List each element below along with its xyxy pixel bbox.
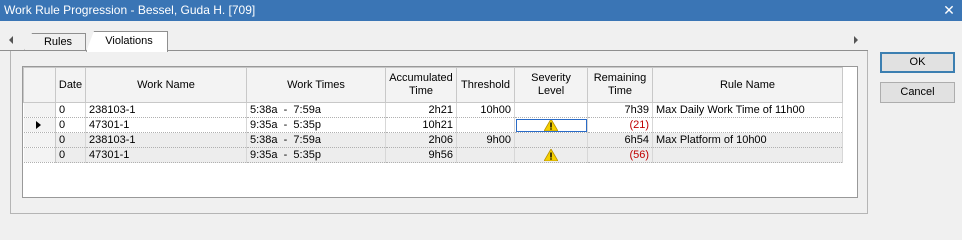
cell-remaining-time: (56) <box>587 147 653 163</box>
column-header-severity-level[interactable]: Severity Level <box>514 67 588 103</box>
column-header-threshold[interactable]: Threshold <box>456 67 515 103</box>
cell-date: 0 <box>55 147 86 163</box>
tab-violations[interactable]: Violations <box>86 31 168 52</box>
cell-severity-level <box>514 147 588 163</box>
cell-date: 0 <box>55 132 86 148</box>
cell-work-name: 238103-1 <box>85 102 247 118</box>
cell-remaining-time: (21) <box>587 117 653 133</box>
table-row[interactable]: 0 238103-1 5:38a - 7:59a 2h21 10h00 7h39… <box>23 102 843 118</box>
cell-rule-name: Max Platform of 10h00 <box>652 132 843 148</box>
ok-button[interactable]: OK <box>880 52 955 73</box>
row-selector[interactable] <box>23 132 56 148</box>
column-header-accumulated-time[interactable]: Accumulated Time <box>385 67 457 103</box>
cell-threshold: 9h00 <box>456 132 515 148</box>
cell-severity-level <box>514 102 588 118</box>
row-selector-header <box>23 67 56 103</box>
row-selector[interactable] <box>23 102 56 118</box>
scroll-right-icon[interactable] <box>854 36 858 44</box>
cell-work-times: 5:38a - 7:59a <box>246 102 386 118</box>
cell-work-times: 5:38a - 7:59a <box>246 132 386 148</box>
warning-icon <box>518 149 584 161</box>
column-header-rule-name[interactable]: Rule Name <box>652 67 843 103</box>
violations-grid: Date Work Name Work Times Accumulated Ti… <box>22 66 858 198</box>
cell-rule-name: Max Daily Work Time of 11h00 <box>652 102 843 118</box>
column-header-date[interactable]: Date <box>55 67 86 103</box>
row-selector[interactable] <box>23 147 56 163</box>
header-row: Date Work Name Work Times Accumulated Ti… <box>23 67 843 103</box>
cell-rule-name <box>652 147 843 163</box>
tab-strip: Rules Violations <box>0 31 870 52</box>
window-title: Work Rule Progression - Bessel, Guda H. … <box>4 3 256 17</box>
cell-work-name: 238103-1 <box>85 132 247 148</box>
column-header-work-name[interactable]: Work Name <box>85 67 247 103</box>
table-row[interactable]: 0 238103-1 5:38a - 7:59a 2h06 9h00 6h54 … <box>23 132 843 148</box>
cell-work-name: 47301-1 <box>85 147 247 163</box>
cell-work-times: 9:35a - 5:35p <box>246 117 386 133</box>
row-selector[interactable] <box>23 117 56 133</box>
close-icon[interactable]: ✕ <box>936 0 962 21</box>
cell-work-name: 47301-1 <box>85 117 247 133</box>
cell-accumulated-time: 2h21 <box>385 102 457 118</box>
cell-accumulated-time: 2h06 <box>385 132 457 148</box>
title-bar: Work Rule Progression - Bessel, Guda H. … <box>0 0 962 21</box>
cell-remaining-time: 7h39 <box>587 102 653 118</box>
column-header-remaining-time[interactable]: Remaining Time <box>587 67 653 103</box>
table-row[interactable]: 0 47301-1 9:35a - 5:35p 10h21 (21) <box>23 117 843 133</box>
cell-severity-level <box>514 132 588 148</box>
cell-accumulated-time: 9h56 <box>385 147 457 163</box>
column-header-work-times[interactable]: Work Times <box>246 67 386 103</box>
cell-threshold: 10h00 <box>456 102 515 118</box>
table-row[interactable]: 0 47301-1 9:35a - 5:35p 9h56 (56) <box>23 147 843 163</box>
cell-accumulated-time: 10h21 <box>385 117 457 133</box>
current-row-pointer-icon <box>35 121 41 129</box>
cell-date: 0 <box>55 117 86 133</box>
warning-icon <box>518 119 584 131</box>
cell-threshold <box>456 117 515 133</box>
cell-date: 0 <box>55 102 86 118</box>
scroll-left-icon[interactable] <box>9 36 13 44</box>
cancel-button[interactable]: Cancel <box>880 82 955 103</box>
cell-remaining-time: 6h54 <box>587 132 653 148</box>
violations-table: Date Work Name Work Times Accumulated Ti… <box>23 67 843 163</box>
cell-rule-name <box>652 117 843 133</box>
cell-severity-level[interactable] <box>514 117 588 133</box>
violations-panel: Date Work Name Work Times Accumulated Ti… <box>10 51 868 214</box>
tab-rules[interactable]: Rules <box>24 33 86 51</box>
cell-work-times: 9:35a - 5:35p <box>246 147 386 163</box>
cell-threshold <box>456 147 515 163</box>
